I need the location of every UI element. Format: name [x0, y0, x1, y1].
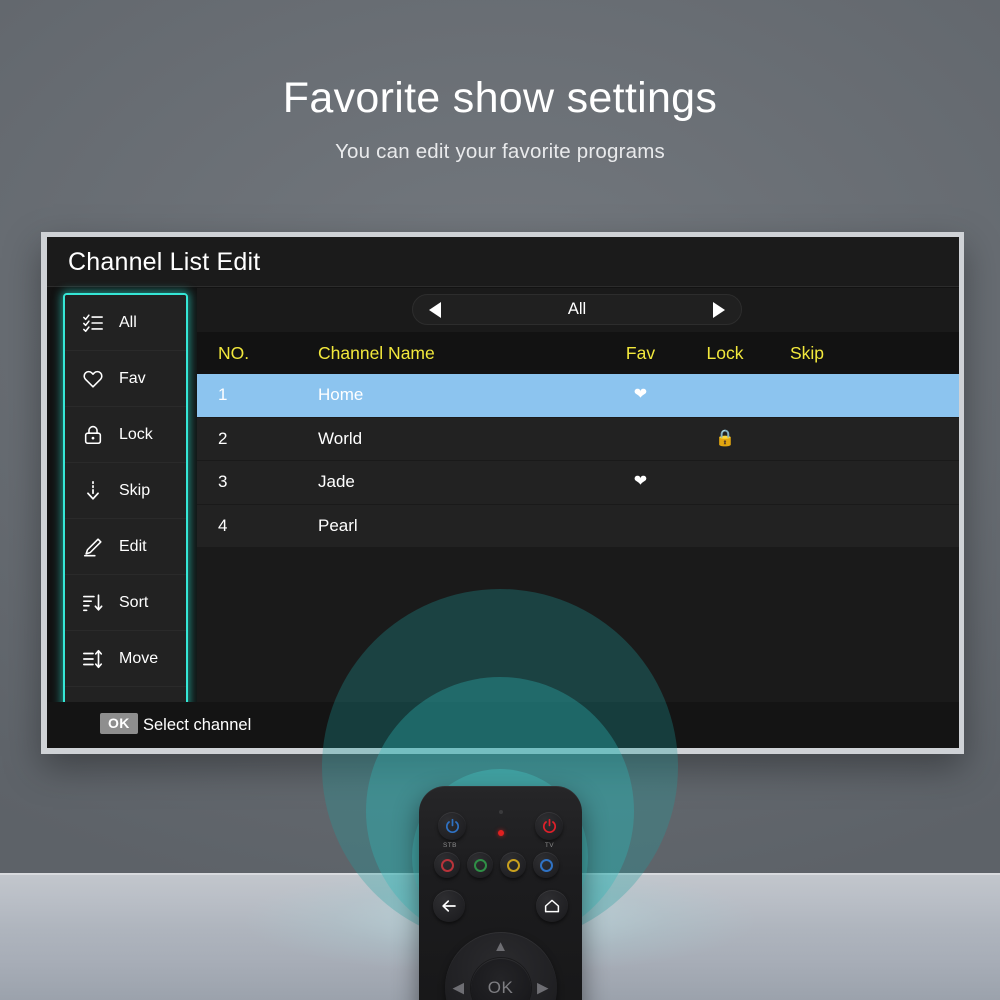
move-updown-icon — [82, 648, 104, 670]
footer-hint-bar: OK Select channel — [47, 702, 959, 748]
color-button-yellow[interactable] — [500, 852, 526, 878]
table-row[interactable]: 4 Pearl — [197, 504, 959, 548]
dpad-left-icon[interactable]: ◀ — [453, 981, 465, 996]
tv-set: Channel List Edit All Fav Lock Skip Edit… — [41, 232, 964, 754]
sidebar-label: Edit — [119, 537, 147, 555]
color-button-blue[interactable] — [533, 852, 559, 878]
cell-no: 3 — [218, 472, 228, 492]
cell-fav-heart-icon: ❤ — [633, 386, 648, 404]
cell-no: 1 — [218, 385, 228, 405]
back-button[interactable] — [433, 890, 465, 922]
dpad[interactable]: ▲ ◀ ▶ OK — [444, 932, 557, 1000]
content-area: All NO. Channel Name Fav Lock Skip 1 Hom… — [197, 288, 959, 748]
ok-key-badge: OK — [100, 713, 138, 734]
dpad-right-icon[interactable]: ▶ — [537, 981, 549, 996]
header-no: NO. — [218, 342, 250, 363]
cell-name: Pearl — [318, 515, 358, 535]
page-subtitle: You can edit your favorite programs — [335, 140, 665, 164]
lock-icon — [82, 424, 104, 446]
power-stb-button[interactable] — [438, 812, 466, 840]
cell-fav-heart-icon: ❤ — [633, 473, 648, 491]
cell-no: 2 — [218, 428, 228, 448]
cell-no: 4 — [218, 515, 228, 535]
color-button-red[interactable] — [434, 852, 460, 878]
ir-emitter — [498, 810, 503, 814]
sidebar-label: All — [119, 313, 137, 331]
app-titlebar: Channel List Edit — [47, 237, 959, 287]
sidebar-item-move[interactable]: Move — [65, 631, 186, 687]
sidebar-item-skip[interactable]: Skip — [65, 463, 186, 519]
status-led — [497, 830, 504, 836]
sidebar-item-all[interactable]: All — [65, 295, 186, 351]
sidebar-label: Move — [119, 649, 159, 667]
power-stb-label: STB — [443, 842, 457, 849]
red-dot-icon — [440, 858, 454, 872]
pencil-icon — [82, 536, 104, 558]
ok-button[interactable]: OK — [470, 958, 531, 1000]
power-tv-label: TV — [544, 842, 554, 849]
home-button[interactable] — [536, 890, 568, 922]
tv-screen: Channel List Edit All Fav Lock Skip Edit… — [47, 237, 959, 748]
header-fav: Fav — [625, 342, 656, 363]
sort-down-icon — [82, 592, 104, 614]
remote-control: STB TV ▲ ◀ ▶ OK — [419, 786, 582, 1000]
sidebar-item-fav[interactable]: Fav — [65, 351, 186, 407]
header-skip: Skip — [789, 342, 825, 363]
table-row[interactable]: 2 World 🔒 — [197, 417, 959, 461]
sidebar-label: Skip — [119, 481, 151, 499]
skip-down-arrow-icon — [82, 480, 104, 502]
sidebar-menu[interactable]: All Fav Lock Skip Edit Sort Move — [63, 293, 188, 748]
green-dot-icon — [473, 858, 487, 872]
cell-name: Home — [318, 385, 364, 405]
dpad-up-icon[interactable]: ▲ — [493, 939, 508, 954]
sidebar-item-lock[interactable]: Lock — [65, 407, 186, 463]
category-filter[interactable]: All — [412, 294, 742, 325]
sidebar-label: Fav — [119, 369, 146, 387]
blue-dot-icon — [539, 858, 553, 872]
sidebar-label: Lock — [119, 425, 153, 443]
header-lock: Lock — [706, 342, 744, 363]
triangle-left-icon[interactable] — [429, 301, 441, 318]
cell-name: Jade — [318, 472, 355, 492]
page-title: Favorite show settings — [282, 74, 718, 122]
checklist-icon — [82, 312, 104, 334]
yellow-dot-icon — [506, 858, 520, 872]
table-row[interactable]: 3 Jade ❤ — [197, 461, 959, 505]
channel-table: NO. Channel Name Fav Lock Skip 1 Home ❤ … — [197, 332, 959, 548]
table-row[interactable]: 1 Home ❤ — [197, 374, 959, 418]
heart-icon — [82, 368, 104, 390]
header-name: Channel Name — [318, 342, 435, 363]
filter-value: All — [567, 300, 587, 318]
cell-name: World — [318, 428, 363, 448]
table-header-row: NO. Channel Name Fav Lock Skip — [197, 332, 959, 374]
app-title: Channel List Edit — [68, 248, 261, 276]
cell-lock-icon: 🔒 — [715, 429, 735, 447]
sidebar-item-sort[interactable]: Sort — [65, 575, 186, 631]
power-tv-button[interactable] — [535, 812, 563, 840]
sidebar-label: Sort — [119, 593, 149, 611]
page-headings: Favorite show settings You can edit your… — [0, 74, 1000, 164]
ok-hint-text: Select channel — [143, 716, 252, 734]
sidebar-item-edit[interactable]: Edit — [65, 519, 186, 575]
triangle-right-icon[interactable] — [713, 301, 725, 318]
color-button-green[interactable] — [467, 852, 493, 878]
